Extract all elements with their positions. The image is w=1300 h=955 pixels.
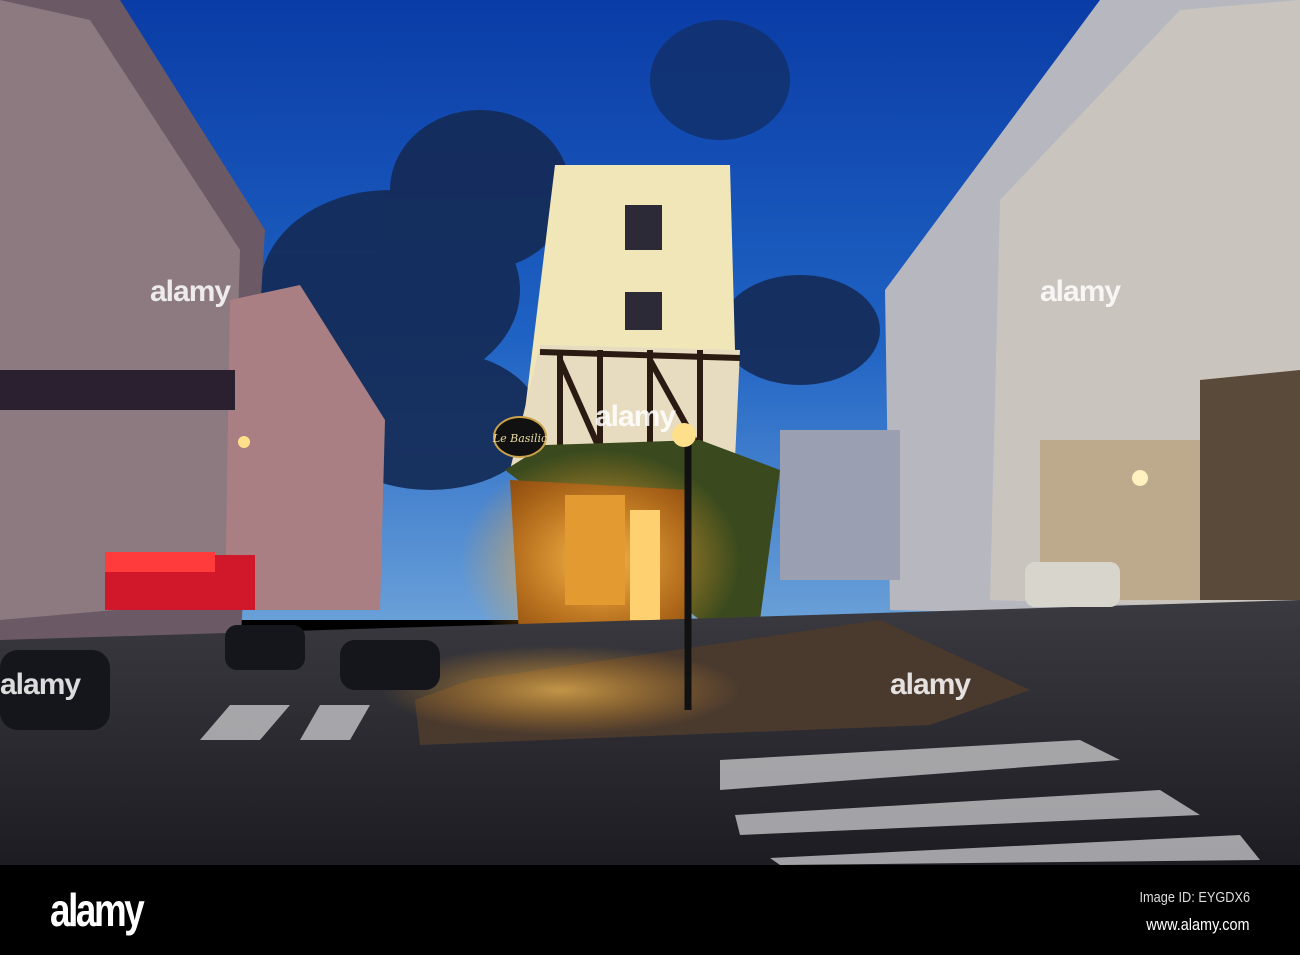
alamy-logo: alamy	[50, 884, 145, 936]
restaurant-sign: Le Basilic	[492, 416, 547, 458]
svg-text:Le Basilic: Le Basilic	[492, 432, 547, 445]
watermark-text: alamy	[0, 668, 81, 701]
stock-photo: Le Basilic alamy alamy alamy alamy alamy…	[0, 0, 1300, 955]
watermark-text: alamy	[890, 668, 971, 701]
watermark-text: alamy	[150, 275, 231, 308]
footer-bar: alamy Image ID: EYGDX6 www.alamy.com	[0, 865, 1300, 955]
watermark-text: alamy	[595, 400, 676, 433]
website-link[interactable]: www.alamy.com	[1147, 915, 1250, 935]
watermark-text: alamy	[1040, 275, 1121, 308]
image-id: Image ID: EYGDX6	[1139, 889, 1250, 906]
